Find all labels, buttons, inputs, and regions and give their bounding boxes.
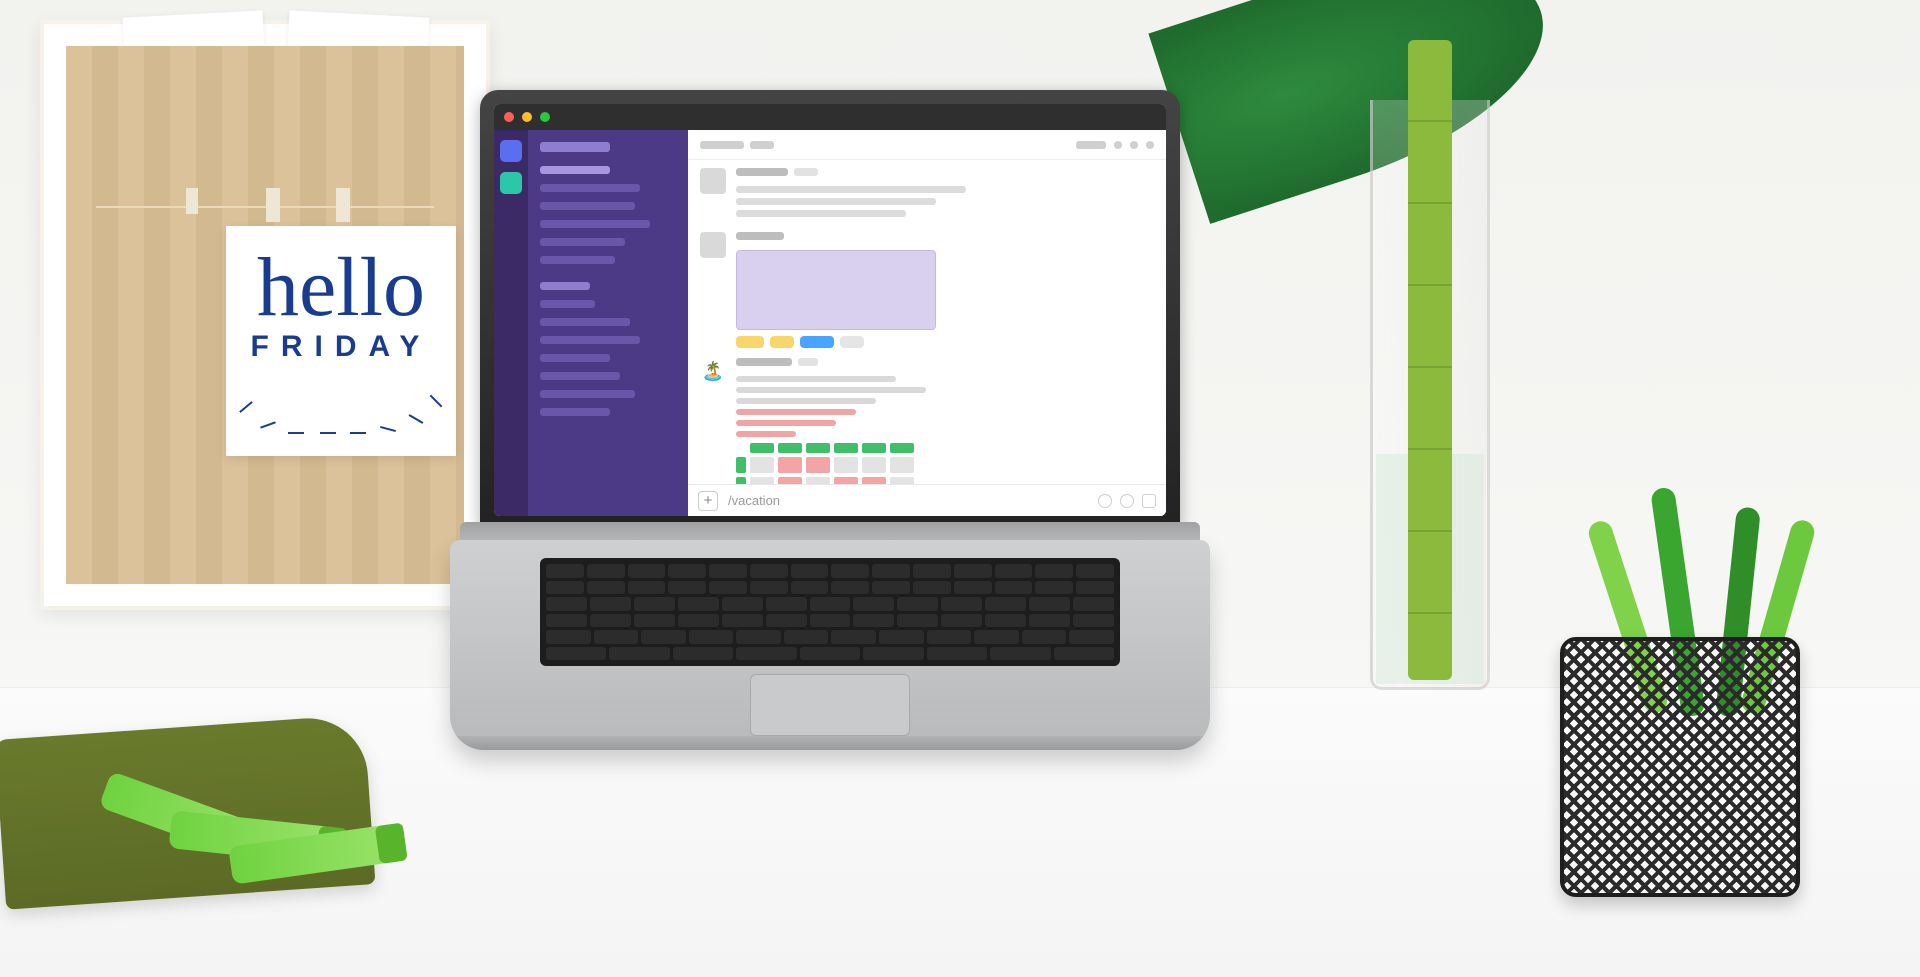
avatar[interactable] bbox=[700, 232, 726, 258]
channel-name[interactable] bbox=[700, 141, 744, 149]
vacation-calendar bbox=[736, 443, 1154, 484]
sidebar-item[interactable] bbox=[540, 408, 610, 416]
sidebar-item[interactable] bbox=[540, 184, 640, 192]
attachment-preview[interactable] bbox=[736, 250, 936, 330]
message bbox=[700, 168, 1154, 222]
send-icon[interactable] bbox=[1142, 494, 1156, 508]
calendar-cell bbox=[834, 457, 858, 473]
minimize-icon[interactable] bbox=[522, 112, 532, 122]
calendar-cell bbox=[806, 477, 830, 484]
search-icon[interactable] bbox=[1076, 141, 1106, 149]
main-pane: 🏝️ + /vacation bbox=[688, 130, 1166, 516]
mention-icon[interactable] bbox=[1120, 494, 1134, 508]
composer-input[interactable]: /vacation bbox=[728, 493, 1088, 508]
sidebar-item[interactable] bbox=[540, 390, 635, 398]
sidebar-item[interactable] bbox=[540, 220, 650, 228]
decor-board: hello FRIDAY bbox=[40, 20, 490, 610]
message-composer: + /vacation bbox=[688, 484, 1166, 516]
hello-friday-note: hello FRIDAY bbox=[226, 226, 456, 456]
calendar-cell bbox=[890, 457, 914, 473]
avatar[interactable] bbox=[700, 168, 726, 194]
workspace-item[interactable] bbox=[500, 172, 522, 194]
message-list[interactable]: 🏝️ bbox=[688, 160, 1166, 484]
emoji-icon[interactable] bbox=[1098, 494, 1112, 508]
reaction[interactable] bbox=[736, 336, 764, 348]
sidebar-item[interactable] bbox=[540, 256, 615, 264]
reaction[interactable] bbox=[800, 336, 834, 348]
app-window: 🏝️ + /vacation bbox=[494, 104, 1166, 516]
calendar-cell bbox=[862, 457, 886, 473]
attach-button[interactable]: + bbox=[698, 491, 718, 511]
laptop-base bbox=[450, 540, 1210, 750]
laptop-keyboard bbox=[540, 558, 1120, 666]
decor-bamboo bbox=[1408, 40, 1452, 680]
calendar-cell bbox=[778, 457, 802, 473]
titlebar bbox=[494, 104, 1166, 130]
sidebar-item[interactable] bbox=[540, 300, 595, 308]
laptop: 🏝️ + /vacation bbox=[460, 90, 1200, 770]
workspace-item[interactable] bbox=[500, 140, 522, 162]
message bbox=[700, 232, 1154, 348]
zoom-icon[interactable] bbox=[540, 112, 550, 122]
laptop-lid: 🏝️ + /vacation bbox=[480, 90, 1180, 530]
header-action-icon[interactable] bbox=[1146, 141, 1154, 149]
sidebar-item[interactable] bbox=[540, 238, 625, 246]
avatar[interactable]: 🏝️ bbox=[700, 358, 726, 384]
sidebar-item[interactable] bbox=[540, 354, 610, 362]
sidebar-item[interactable] bbox=[540, 166, 610, 174]
reaction[interactable] bbox=[840, 336, 864, 348]
header-action-icon[interactable] bbox=[1114, 141, 1122, 149]
sidebar-item[interactable] bbox=[540, 336, 640, 344]
sidebar-item[interactable] bbox=[540, 202, 635, 210]
channel-name[interactable] bbox=[750, 141, 774, 149]
calendar-cell bbox=[890, 477, 914, 484]
laptop-trackpad bbox=[750, 674, 910, 736]
calendar-cell bbox=[778, 477, 802, 484]
decor-pencup bbox=[1560, 637, 1800, 897]
note-friday: FRIDAY bbox=[236, 330, 446, 364]
calendar-cell bbox=[862, 477, 886, 484]
calendar-cell bbox=[750, 477, 774, 484]
sidebar-item[interactable] bbox=[540, 318, 630, 326]
workspace-switcher bbox=[494, 130, 528, 516]
calendar-cell bbox=[750, 457, 774, 473]
header-action-icon[interactable] bbox=[1130, 141, 1138, 149]
reaction[interactable] bbox=[770, 336, 794, 348]
sidebar bbox=[528, 130, 688, 516]
calendar-cell bbox=[806, 457, 830, 473]
message: 🏝️ bbox=[700, 358, 1154, 484]
channel-header bbox=[688, 130, 1166, 160]
note-hello: hello bbox=[236, 250, 446, 326]
calendar-cell bbox=[834, 477, 858, 484]
close-icon[interactable] bbox=[504, 112, 514, 122]
sidebar-item[interactable] bbox=[540, 372, 620, 380]
